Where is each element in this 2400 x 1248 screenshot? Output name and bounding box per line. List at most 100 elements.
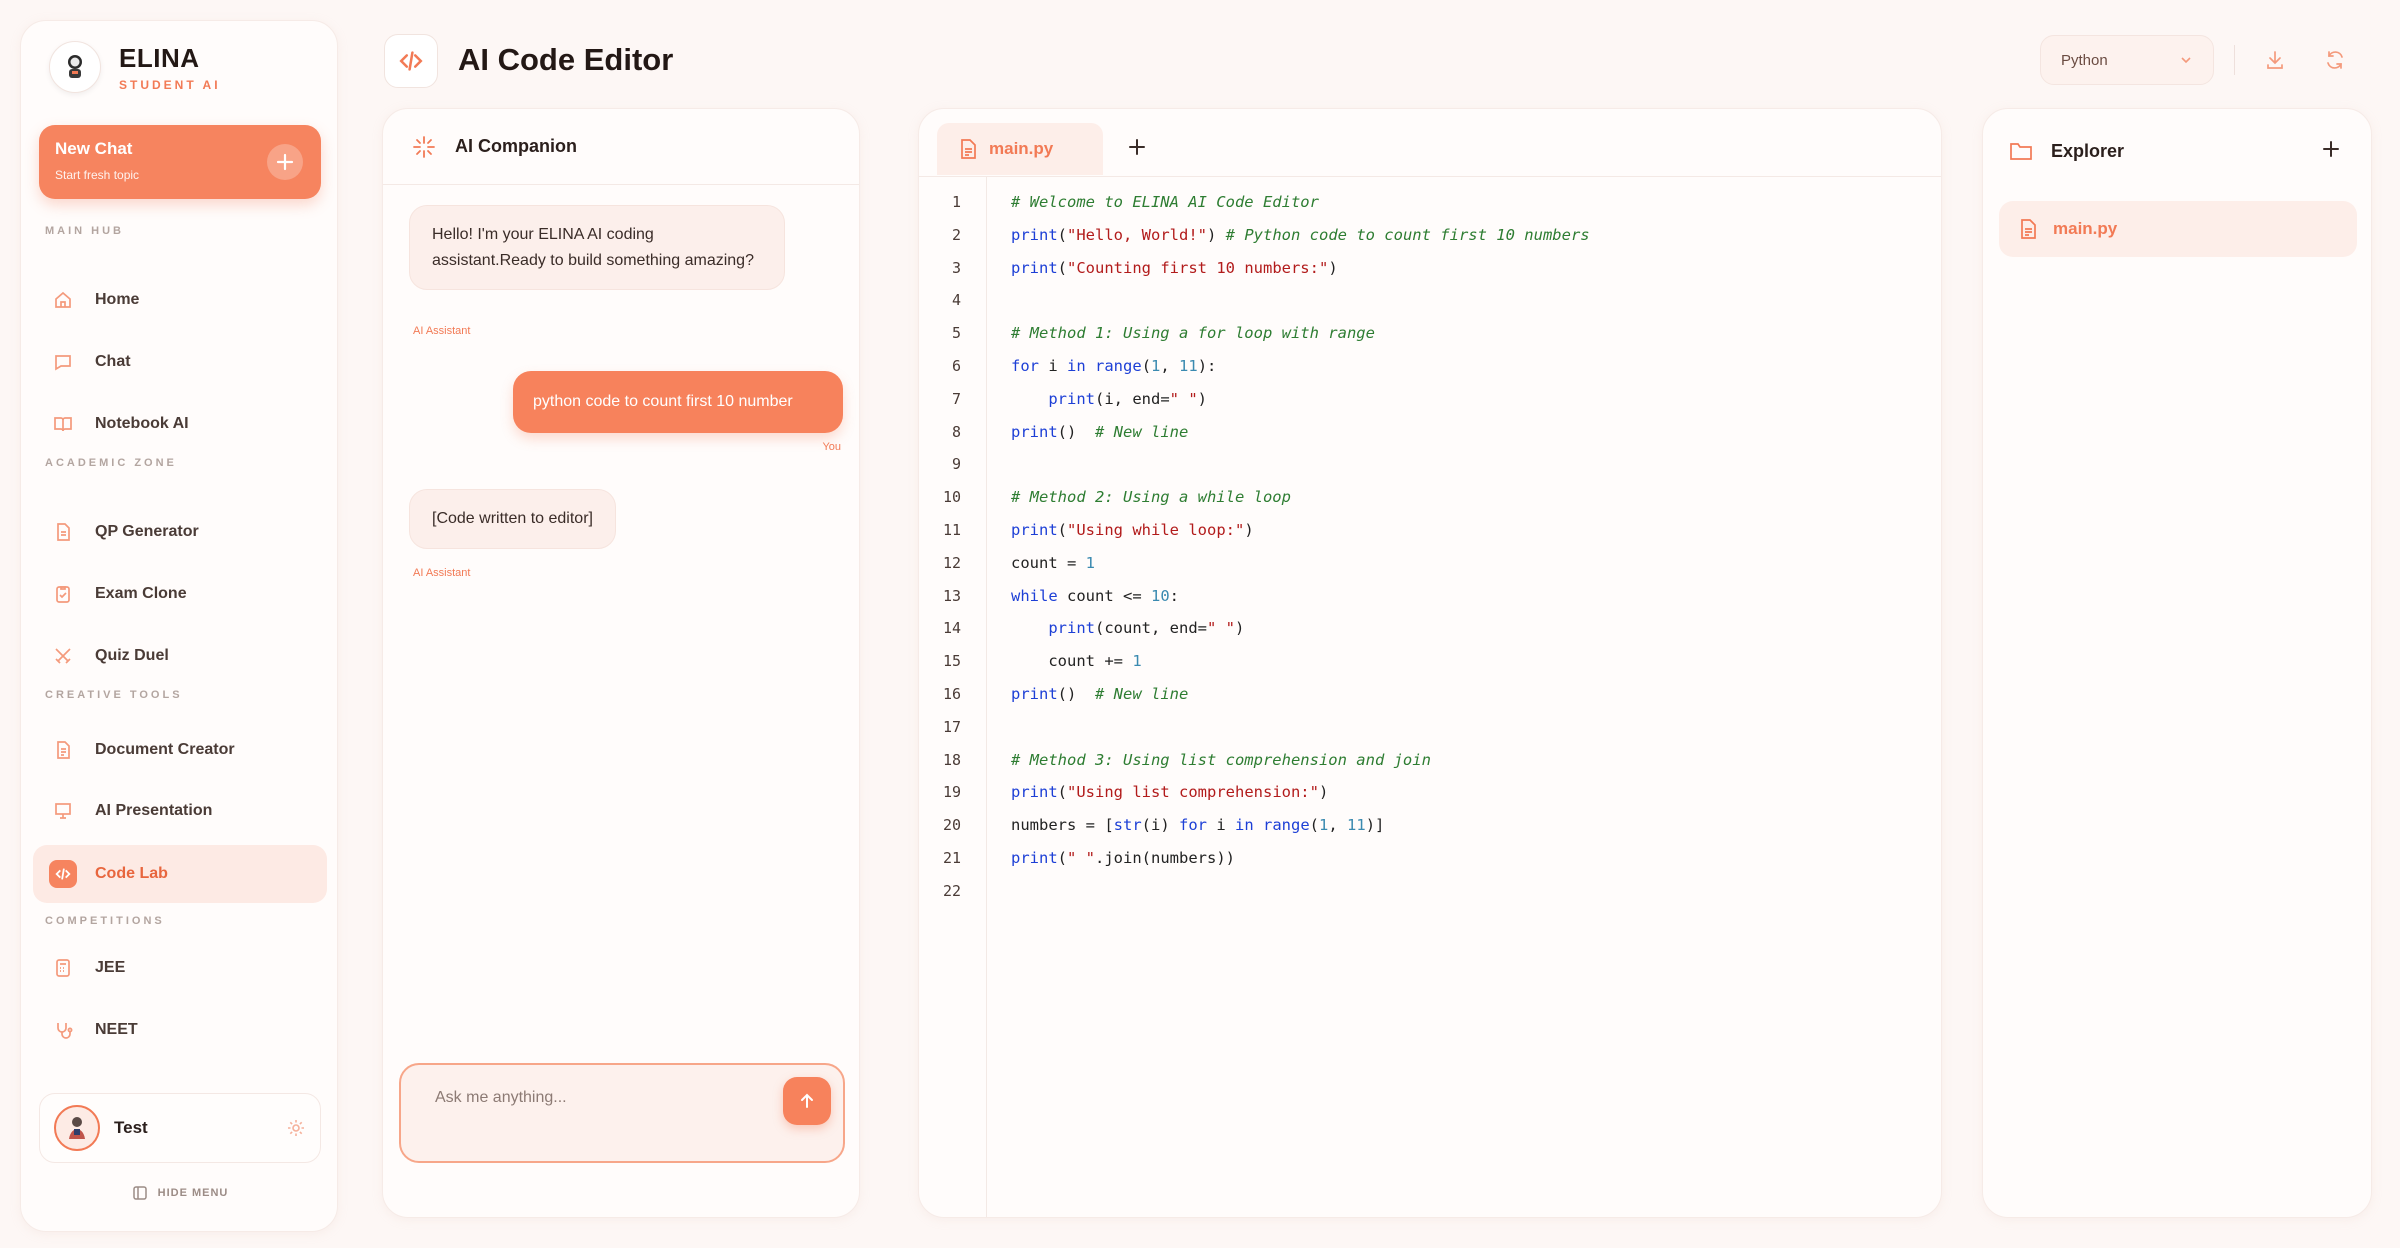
refresh-button[interactable]	[2315, 40, 2355, 80]
code-line[interactable]: print("Counting first 10 numbers:")	[1011, 259, 1338, 277]
download-button[interactable]	[2255, 40, 2295, 80]
add-tab-button[interactable]	[1119, 129, 1155, 165]
code-line[interactable]: # Method 2: Using a while loop	[1011, 488, 1291, 506]
code-line[interactable]: print() # New line	[1011, 423, 1188, 441]
new-file-button[interactable]	[2313, 131, 2349, 167]
sidebar-item-label: Document Creator	[95, 741, 235, 758]
sidebar-item-label: Code Lab	[95, 865, 168, 882]
tab-label: main.py	[989, 139, 1054, 158]
line-number: 16	[942, 685, 961, 703]
book-icon	[49, 410, 77, 438]
section-competitions: COMPETITIONS	[45, 915, 165, 927]
sidebar-item-label: AI Presentation	[95, 802, 213, 819]
plus-icon	[2322, 140, 2340, 158]
code-line[interactable]: numbers = [str(i) for i in range(1, 11)]	[1011, 816, 1384, 834]
code-line[interactable]: print("Using list comprehension:")	[1011, 783, 1328, 801]
sidebar-item-document-creator[interactable]: Document Creator	[33, 721, 327, 779]
line-number: 14	[942, 619, 961, 638]
chat-icon	[49, 348, 77, 376]
hide-menu-button[interactable]: HIDE MENU	[21, 1185, 339, 1201]
file-icon	[959, 139, 977, 159]
sidebar: ELINA STUDENT AI New Chat Start fresh to…	[20, 20, 338, 1232]
send-button[interactable]	[783, 1077, 831, 1125]
line-number: 17	[942, 717, 961, 736]
swords-icon	[49, 642, 77, 670]
code-line[interactable]: print("Hello, World!") # Python code to …	[1011, 226, 1590, 244]
page-title: AI Code Editor	[458, 42, 674, 77]
explorer-header: Explorer	[2009, 131, 2345, 171]
sidebar-item-jee[interactable]: JEE	[33, 939, 327, 997]
tab-main-py[interactable]: main.py	[937, 123, 1103, 175]
section-creative-tools: CREATIVE TOOLS	[45, 689, 183, 701]
brand-name: ELINA	[119, 42, 200, 73]
chat-header: AI Companion	[383, 109, 859, 185]
code-icon	[49, 860, 77, 888]
ai-message: [Code written to editor]	[409, 489, 616, 549]
line-number: 21	[942, 849, 961, 867]
refresh-icon	[2324, 49, 2346, 71]
line-number: 20	[942, 816, 961, 835]
new-chat-button[interactable]: New Chat Start fresh topic	[39, 125, 321, 199]
line-number: 1	[951, 193, 961, 211]
toolbar-divider	[2234, 45, 2235, 75]
chat-title: AI Companion	[455, 136, 577, 156]
code-editor-panel: main.py 1 # Welcome to ELINA AI Code Edit…	[918, 108, 1942, 1218]
message-meta: You	[822, 441, 841, 453]
user-profile[interactable]: Test	[39, 1093, 321, 1163]
clipboard-icon	[49, 580, 77, 608]
line-number: 3	[951, 258, 961, 277]
code-line[interactable]: # Method 1: Using a for loop with range	[1011, 324, 1375, 342]
sidebar-item-home[interactable]: Home	[33, 271, 327, 329]
line-number: 10	[942, 488, 961, 507]
brand[interactable]: ELINA STUDENT AI	[49, 41, 221, 93]
chat-input[interactable]	[435, 1089, 775, 1107]
chat-input-box[interactable]	[399, 1063, 845, 1163]
sidebar-item-code-lab[interactable]: Code Lab	[33, 845, 327, 903]
code-line[interactable]: count += 1	[1011, 652, 1141, 670]
sidebar-item-exam-clone[interactable]: Exam Clone	[33, 565, 327, 623]
line-number: 22	[942, 881, 961, 900]
line-number: 13	[942, 586, 961, 605]
arrow-up-icon	[797, 1091, 817, 1111]
code-line[interactable]: print("Using while loop:")	[1011, 521, 1254, 539]
line-number: 18	[942, 750, 961, 769]
code-line[interactable]: # Method 3: Using list comprehension and…	[1011, 751, 1431, 769]
home-icon	[49, 286, 77, 314]
code-line[interactable]: print() # New line	[1011, 685, 1188, 703]
code-line[interactable]: print(i, end=" ")	[1011, 390, 1207, 408]
sidebar-item-qp-generator[interactable]: QP Generator	[33, 503, 327, 561]
message-meta: AI Assistant	[413, 325, 471, 337]
line-number: 19	[942, 783, 961, 802]
download-icon	[2264, 49, 2286, 71]
file-item-main-py[interactable]: main.py	[1999, 201, 2357, 257]
editor-tabs: main.py	[919, 109, 1941, 177]
sidebar-toggle-icon	[132, 1185, 148, 1201]
presentation-icon	[49, 797, 77, 825]
sidebar-item-neet[interactable]: NEET	[33, 1001, 327, 1059]
section-main-hub: MAIN HUB	[45, 225, 124, 237]
language-value: Python	[2061, 51, 2108, 69]
sidebar-item-label: JEE	[95, 959, 126, 976]
user-message: python code to count first 10 number	[513, 371, 843, 433]
sidebar-item-ai-presentation[interactable]: AI Presentation	[33, 782, 327, 840]
sidebar-item-label: Home	[95, 291, 140, 308]
folder-icon	[2009, 140, 2033, 162]
line-number: 4	[951, 291, 961, 310]
sidebar-item-notebook-ai[interactable]: Notebook AI	[33, 395, 327, 453]
plus-icon	[267, 144, 303, 180]
code-line[interactable]: count = 1	[1011, 554, 1095, 572]
sidebar-item-quiz-duel[interactable]: Quiz Duel	[33, 627, 327, 685]
code-line[interactable]: print(count, end=" ")	[1011, 619, 1244, 637]
line-number: 9	[951, 455, 961, 474]
sidebar-item-label: Chat	[95, 353, 131, 370]
avatar	[54, 1105, 100, 1151]
language-select[interactable]: Python	[2040, 35, 2214, 85]
sidebar-item-chat[interactable]: Chat	[33, 333, 327, 391]
code-line[interactable]: # Welcome to ELINA AI Code Editor	[1011, 193, 1319, 211]
settings-icon[interactable]	[286, 1118, 306, 1138]
code-line[interactable]: print(" ".join(numbers))	[1011, 849, 1235, 867]
code-line[interactable]: while count <= 10:	[1011, 587, 1179, 605]
line-number: 7	[951, 389, 961, 408]
code-line[interactable]: for i in range(1, 11):	[1011, 357, 1216, 375]
ai-message: Hello! I'm your ELINA AI coding assistan…	[409, 205, 785, 291]
